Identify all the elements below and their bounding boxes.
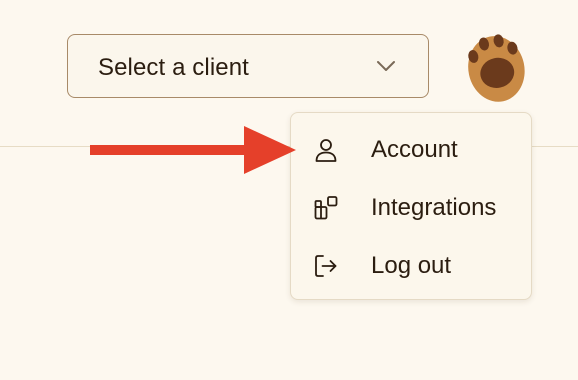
arrow-right-icon	[90, 126, 296, 174]
menu-item-account[interactable]: Account	[291, 122, 531, 178]
paw-icon	[468, 34, 525, 102]
chevron-down-icon	[377, 61, 395, 71]
menu-item-label: Log out	[371, 252, 452, 279]
menu-item-log-out[interactable]: Log out	[291, 238, 531, 294]
menu-item-label: Integrations	[371, 194, 497, 221]
user-menu: Account Integrations Log out	[290, 112, 532, 300]
user-icon	[315, 139, 337, 162]
integrations-icon	[314, 196, 338, 220]
log-out-icon	[315, 255, 337, 277]
client-select-dropdown[interactable]: Select a client	[67, 34, 429, 98]
client-select-label: Select a client	[98, 54, 249, 81]
menu-item-label: Account	[371, 136, 458, 163]
avatar[interactable]	[462, 27, 530, 105]
menu-item-integrations[interactable]: Integrations	[291, 180, 531, 236]
page: Select a client Account Integrations Log…	[0, 0, 578, 380]
